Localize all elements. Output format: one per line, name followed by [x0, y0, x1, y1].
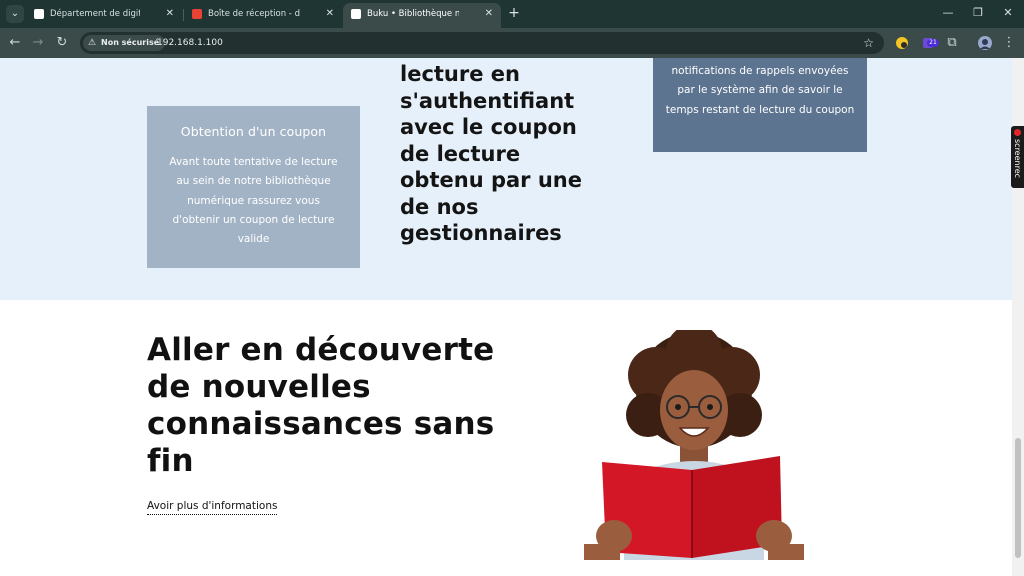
minimize-icon[interactable]: —	[936, 4, 960, 22]
screenrec-widget[interactable]: screenrec	[1011, 126, 1024, 188]
tab-gmail[interactable]: Boîte de réception - developpe ✕	[184, 3, 342, 28]
new-tab-button[interactable]: +	[506, 4, 522, 22]
tab-departement[interactable]: Département de digitalisation | ✕	[26, 3, 182, 28]
reader-illustration	[584, 330, 804, 560]
tab-title: Département de digitalisation |	[50, 9, 140, 19]
profile-avatar[interactable]	[978, 36, 992, 50]
record-icon	[1014, 129, 1021, 136]
puzzle-icon[interactable]: ⧉	[943, 34, 961, 52]
coupon-card-title: Obtention d'un coupon	[180, 124, 327, 139]
tab-strip: ⌄ Département de digitalisation | ✕ Boît…	[0, 0, 1024, 28]
page-viewport: Obtention d'un coupon Avant toute tentat…	[0, 58, 1012, 576]
step-heading: lecture en s'authentifiant avec le coupo…	[400, 62, 582, 245]
extension-icon[interactable]	[895, 36, 909, 50]
maximize-icon[interactable]: ❐	[966, 4, 990, 22]
coupon-card-text: Avant toute tentative de lecture au sein…	[169, 156, 338, 246]
browser-toolbar: ← → ↻ ⚠ Non sécurisé 192.168.1.100 ☆ 21 …	[0, 28, 1024, 58]
more-info-link[interactable]: Avoir plus d'informations	[147, 500, 278, 515]
tab-close-icon[interactable]: ✕	[166, 3, 174, 25]
coupon-card: Obtention d'un coupon Avant toute tentat…	[147, 106, 360, 268]
back-icon[interactable]: ←	[6, 34, 24, 52]
security-chip[interactable]: ⚠ Non sécurisé	[83, 35, 166, 51]
tab-search-icon[interactable]: ⌄	[6, 5, 24, 23]
url-text[interactable]: 192.168.1.100	[157, 32, 223, 54]
tab-title: Buku • Bibliothèque numérique	[367, 9, 459, 19]
security-label: Non sécurisé	[101, 38, 160, 47]
tab-close-icon[interactable]: ✕	[485, 3, 493, 25]
reload-icon[interactable]: ↻	[53, 34, 71, 52]
hero-title: Aller en découverte de nouvelles connais…	[147, 332, 495, 479]
tab-close-icon[interactable]: ✕	[326, 3, 334, 25]
close-icon[interactable]: ✕	[996, 4, 1020, 22]
address-bar[interactable]: ⚠ Non sécurisé 192.168.1.100 ☆	[80, 32, 884, 54]
warning-icon: ⚠	[88, 38, 97, 48]
more-icon[interactable]: ⋮	[1000, 34, 1018, 52]
notifications-card: notifications de rappels envoyées par le…	[653, 58, 867, 152]
extension-with-badge[interactable]: 21	[919, 32, 941, 54]
tab-buku[interactable]: Buku • Bibliothèque numérique ✕	[343, 3, 501, 28]
forward-icon[interactable]: →	[29, 34, 47, 52]
buku-favicon-icon	[351, 9, 361, 19]
scrollbar-thumb[interactable]	[1015, 438, 1021, 558]
star-icon[interactable]: ☆	[863, 32, 874, 54]
notifications-card-text: notifications de rappels envoyées par le…	[665, 65, 855, 116]
tab-title: Boîte de réception - developpe	[208, 9, 300, 19]
tab-favicon-icon	[34, 9, 44, 19]
gmail-icon	[192, 9, 202, 19]
screenrec-label: screenrec	[1013, 139, 1022, 179]
extension-badge: 21	[927, 39, 939, 47]
